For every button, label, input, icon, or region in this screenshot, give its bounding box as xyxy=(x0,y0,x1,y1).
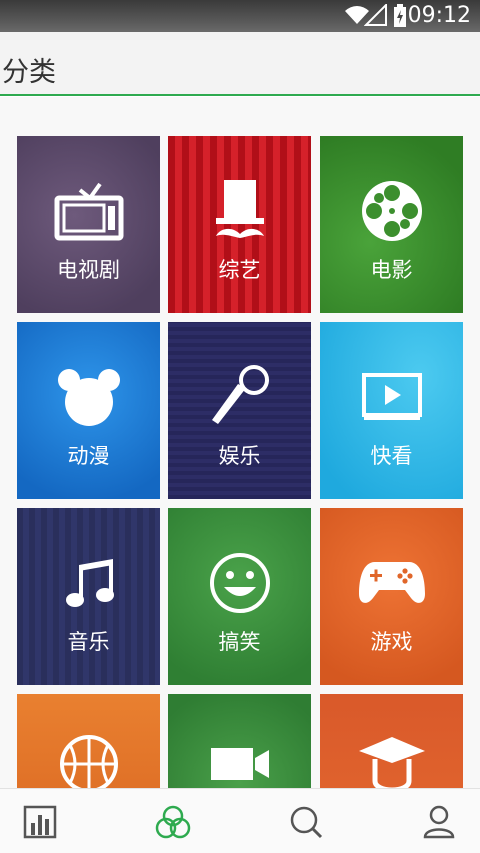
category-label: 快看 xyxy=(370,444,413,468)
category-label: 游戏 xyxy=(370,630,413,654)
signal-icon xyxy=(364,4,387,26)
basketball-icon xyxy=(17,729,160,788)
category-tile-variety[interactable]: 综艺 xyxy=(168,136,311,313)
category-label: 音乐 xyxy=(67,630,110,654)
status-time: 09:12 xyxy=(407,3,471,28)
mickey-icon xyxy=(17,362,160,432)
category-tile-anime[interactable]: 动漫 xyxy=(17,322,160,499)
graduation-cap-icon xyxy=(320,729,463,788)
nav-chart[interactable] xyxy=(0,789,80,853)
category-tile-entertainment[interactable]: 娱乐 xyxy=(168,322,311,499)
category-tile-music[interactable]: 音乐 xyxy=(17,508,160,685)
category-label: 搞笑 xyxy=(218,630,261,654)
music-note-icon xyxy=(17,548,160,618)
bottom-nav xyxy=(0,788,480,853)
category-label: 电视剧 xyxy=(57,258,120,282)
category-grid: 电视剧 综艺 电影 动漫 娱乐 快看 音乐 搞笑 游戏 xyxy=(0,97,480,788)
category-tile-education[interactable] xyxy=(320,694,463,788)
category-tile-sports[interactable] xyxy=(17,694,160,788)
nav-category[interactable] xyxy=(133,789,213,853)
gamepad-icon xyxy=(320,548,463,618)
category-icon xyxy=(155,805,191,838)
microphone-icon xyxy=(168,362,311,432)
category-tile-quickwatch[interactable]: 快看 xyxy=(320,322,463,499)
category-label: 动漫 xyxy=(67,444,110,468)
category-tile-funny[interactable]: 搞笑 xyxy=(168,508,311,685)
nav-search[interactable] xyxy=(266,789,346,853)
top-hat-mustache-icon xyxy=(168,176,311,246)
profile-icon xyxy=(423,805,455,838)
film-reel-icon xyxy=(320,176,463,246)
category-label: 娱乐 xyxy=(218,444,261,468)
nav-profile[interactable] xyxy=(399,789,479,853)
category-tile-movie[interactable]: 电影 xyxy=(320,136,463,313)
category-tile-video[interactable] xyxy=(168,694,311,788)
category-tile-tv[interactable]: 电视剧 xyxy=(17,136,160,313)
category-label: 电影 xyxy=(370,258,413,282)
chart-icon xyxy=(23,805,57,838)
tv-icon xyxy=(17,176,160,246)
video-camera-icon xyxy=(168,729,311,788)
page-title: 分类 xyxy=(2,57,56,88)
play-screen-icon xyxy=(320,362,463,432)
smiley-icon xyxy=(168,548,311,618)
battery-charging-icon xyxy=(394,4,406,27)
category-tile-games[interactable]: 游戏 xyxy=(320,508,463,685)
search-icon xyxy=(290,806,323,838)
status-bar: 09:12 xyxy=(0,0,480,32)
category-label: 综艺 xyxy=(218,258,261,282)
header: 分类 xyxy=(0,32,480,96)
